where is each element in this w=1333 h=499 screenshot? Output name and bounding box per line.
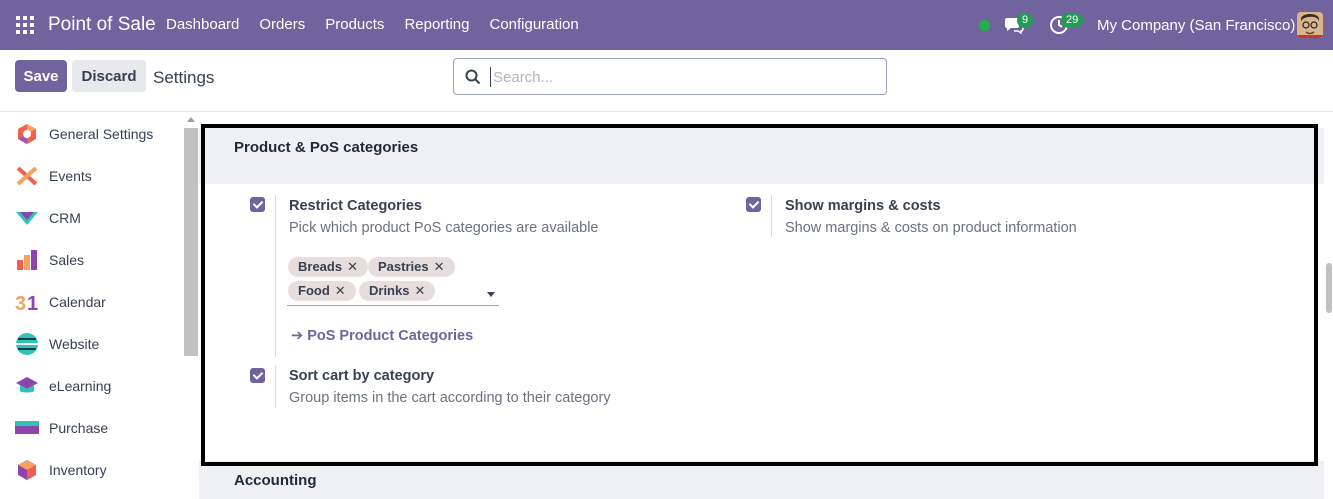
tag-pastries: Pastries ✕ [368,257,455,277]
general-settings-icon [18,124,36,144]
save-button[interactable]: Save [15,60,67,92]
menu-orders[interactable]: Orders [259,16,305,33]
settings-main: Product & PoS categories Restrict Catego… [199,113,1324,499]
sidebar-item-elearning[interactable]: eLearning [0,365,183,407]
setting-divider [275,366,276,408]
elearning-icon [16,377,38,393]
sidebar-item-website[interactable]: Website [0,323,183,365]
tag-drinks: Drinks ✕ [359,281,436,301]
categories-many2many-input[interactable] [287,305,499,306]
activity-count-badge: 29 [1061,13,1084,28]
sort-cart-desc: Group items in the cart according to the… [289,390,611,406]
show-margins-title: Show margins & costs [785,198,941,214]
purchase-icon [15,421,39,434]
remove-tag-icon[interactable]: ✕ [347,259,358,274]
tag-label: Food [298,283,330,298]
tag-label: Drinks [369,283,410,298]
main-scroll-thumb[interactable] [1326,263,1332,313]
sidebar-item-label: Events [49,168,92,184]
company-switcher[interactable]: My Company (San Francisco) [1097,17,1295,34]
sidebar-scroll-thumb[interactable] [184,128,198,356]
setting-divider [275,195,276,357]
accounting-section-header [199,461,1324,499]
tag-label: Pastries [378,259,429,274]
sidebar-item-purchase[interactable]: Purchase [0,407,183,449]
sidebar-item-label: Inventory [49,462,107,478]
menu-dashboard[interactable]: Dashboard [166,16,239,33]
remove-tag-icon[interactable]: ✕ [414,283,425,298]
apps-grid-icon[interactable] [16,16,34,34]
restrict-categories-title: Restrict Categories [289,198,422,214]
sidebar-item-label: Sales [49,252,85,268]
user-avatar[interactable] [1297,12,1323,38]
show-margins-checkbox[interactable] [746,197,761,212]
presence-status-icon [979,20,990,31]
link-label: PoS Product Categories [307,328,474,344]
dropdown-caret-icon[interactable] [487,292,495,297]
discard-button[interactable]: Discard [72,60,146,92]
svg-text:3: 3 [15,293,26,314]
arrow-right-icon: ➔ [291,328,308,344]
website-icon [16,333,38,355]
sort-cart-checkbox[interactable] [250,368,265,383]
pos-product-categories-link[interactable]: ➔ PoS Product Categories [291,328,473,344]
main-scrollbar[interactable] [1324,113,1333,499]
crm-icon [16,212,38,225]
sidebar-item-label: Website [49,336,100,352]
search-box[interactable] [453,58,887,95]
menu-configuration[interactable]: Configuration [489,16,578,33]
tag-food: Food ✕ [288,281,356,301]
sidebar-item-inventory[interactable]: Inventory [0,449,183,491]
chat-count-badge: 9 [1017,13,1034,28]
sidebar-item-general-settings[interactable]: General Settings [0,113,183,155]
inventory-icon [18,460,36,480]
sidebar-scrollbar[interactable] [183,113,199,499]
remove-tag-icon[interactable]: ✕ [335,283,346,298]
sort-cart-title: Sort cart by category [289,368,435,384]
tag-label: Breads [298,259,343,274]
main-menu: Dashboard Orders Products Reporting Conf… [166,16,599,33]
svg-text:1: 1 [27,293,38,314]
sidebar-item-label: eLearning [49,378,112,394]
sidebar-item-events[interactable]: Events [0,155,183,197]
menu-reporting[interactable]: Reporting [404,16,469,33]
control-panel: Save Discard Settings [0,50,1333,112]
sales-icon [17,250,37,270]
sidebar-item-label: CRM [49,210,81,226]
restrict-categories-checkbox[interactable] [250,197,265,212]
search-icon [465,69,481,85]
scroll-up-arrow-icon[interactable] [187,117,195,122]
sidebar-item-label: General Settings [49,126,154,142]
calendar-icon: 3 1 [15,293,38,314]
page-title: Settings [153,68,215,87]
section-header [199,128,1324,184]
show-margins-desc: Show margins & costs on product informat… [785,220,1077,236]
accounting-section-title: Accounting [234,472,317,489]
sidebar-item-sales[interactable]: Sales [0,239,183,281]
section-title: Product & PoS categories [234,139,419,156]
sidebar-item-crm[interactable]: CRM [0,197,183,239]
remove-tag-icon[interactable]: ✕ [434,259,445,274]
app-brand[interactable]: Point of Sale [48,14,156,36]
sidebar-item-calendar[interactable]: 3 1 Calendar [0,281,183,323]
top-navbar: Point of Sale Dashboard Orders Products … [0,0,1333,50]
setting-divider [771,195,772,237]
events-icon [16,166,38,186]
menu-products[interactable]: Products [325,16,384,33]
tag-breads: Breads ✕ [288,257,368,277]
settings-sidebar: General Settings Events CRM Sales 3 1 Ca… [0,113,183,499]
search-input[interactable] [490,67,870,87]
sidebar-item-label: Calendar [49,294,106,310]
restrict-categories-desc: Pick which product PoS categories are av… [289,220,599,236]
sidebar-item-label: Purchase [49,420,109,436]
